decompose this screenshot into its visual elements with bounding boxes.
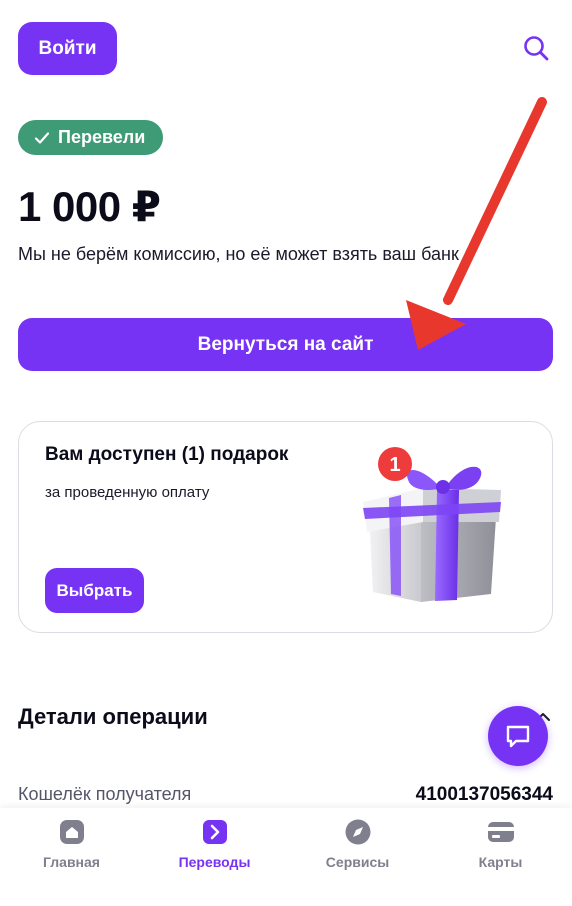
login-button[interactable]: Войти — [18, 22, 117, 75]
transfer-arrow-icon — [202, 820, 227, 844]
nav-item-home[interactable]: Главная — [0, 808, 143, 906]
nav-item-cards[interactable]: Карты — [429, 808, 572, 906]
fee-note: Мы не берём комиссию, но её может взять … — [18, 244, 459, 264]
gift-subtitle: за проведенную оплату — [45, 484, 210, 501]
bottom-navigation: Главная Переводы Сервисы Карты — [0, 808, 572, 906]
gift-box-icon: 1 — [363, 447, 501, 602]
home-icon — [59, 820, 84, 844]
gift-title: Вам доступен (1) подарок — [45, 444, 289, 465]
card-icon — [487, 822, 514, 842]
nav-label-home: Главная — [43, 854, 100, 870]
choose-gift-button[interactable]: Выбрать — [45, 568, 144, 613]
nav-label-cards: Карты — [478, 854, 523, 870]
recipient-wallet-value: 4100137056344 — [415, 784, 553, 805]
status-badge: Перевели — [18, 120, 164, 155]
check-icon — [34, 131, 50, 144]
gift-badge-count: 1 — [389, 454, 400, 476]
nav-item-transfers[interactable]: Переводы — [143, 808, 286, 906]
nav-label-transfers: Переводы — [178, 854, 251, 870]
gift-card: Вам доступен (1) подарок за проведенную … — [18, 421, 553, 633]
transfer-amount: 1 000 ₽ — [18, 183, 161, 230]
compass-icon — [345, 819, 370, 845]
nav-item-services[interactable]: Сервисы — [286, 808, 429, 906]
nav-label-services: Сервисы — [325, 854, 390, 870]
chat-button[interactable] — [488, 706, 548, 766]
chat-bubble-icon — [506, 725, 530, 748]
return-to-site-button[interactable]: Вернуться на сайт — [18, 318, 553, 371]
operation-details-title: Детали операции — [18, 704, 208, 729]
search-icon[interactable] — [522, 34, 550, 62]
recipient-wallet-label: Кошелёк получателя — [18, 784, 192, 804]
status-label: Перевели — [58, 127, 146, 147]
